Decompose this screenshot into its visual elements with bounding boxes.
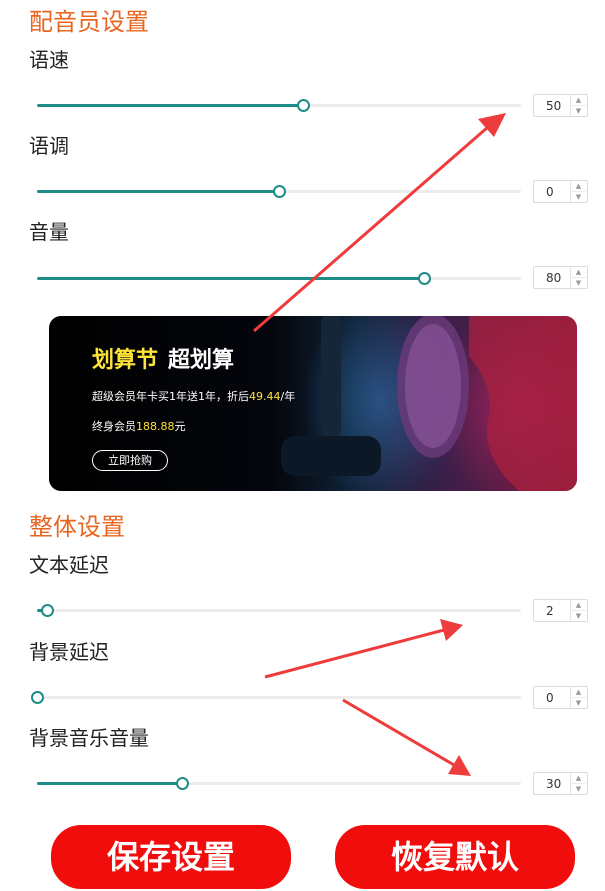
slider-thumb[interactable] <box>40 604 54 617</box>
annotation-arrowhead <box>478 113 506 137</box>
annotation-arrow <box>253 125 489 333</box>
speed-stepper[interactable]: 50 ▲ ▼ <box>533 94 588 117</box>
spin-up-icon[interactable]: ▲ <box>571 95 586 106</box>
volume-stepper[interactable]: 80 ▲ ▼ <box>533 266 588 289</box>
stepper-arrows: ▲ ▼ <box>570 95 587 116</box>
slider-thumb[interactable] <box>31 691 44 704</box>
spin-up-icon[interactable]: ▲ <box>571 181 586 192</box>
slider-rail <box>37 609 521 612</box>
speed-value[interactable]: 50 <box>546 98 561 114</box>
text-delay-label: 文本延迟 <box>29 553 109 577</box>
slider-rail <box>37 696 521 699</box>
spin-down-icon[interactable]: ▼ <box>571 611 586 621</box>
slider-thumb[interactable] <box>418 272 432 285</box>
background-delay-stepper[interactable]: 0 ▲ ▼ <box>533 686 588 709</box>
stepper-arrows: ▲ ▼ <box>570 687 587 708</box>
annotation-arrow <box>342 698 455 767</box>
stepper-arrows: ▲ ▼ <box>570 267 587 288</box>
slider-thumb[interactable] <box>176 777 190 790</box>
background-delay-value[interactable]: 0 <box>546 690 554 706</box>
spin-down-icon[interactable]: ▼ <box>571 278 586 288</box>
bgm-volume-slider[interactable] <box>37 776 521 790</box>
voice-settings-title: 配音员设置 <box>29 8 149 36</box>
mic-body <box>281 436 381 476</box>
annual-offer-suffix: /年 <box>280 390 296 403</box>
spin-up-icon[interactable]: ▲ <box>571 773 586 784</box>
annual-offer-price: 49.44 <box>249 390 281 403</box>
slider-fill <box>37 277 425 280</box>
annual-offer-text: 超级会员年卡买1年送1年，折后49.44/年 <box>92 390 295 404</box>
text-delay-slider[interactable] <box>37 603 521 617</box>
speed-label: 语速 <box>29 48 69 72</box>
text-delay-stepper[interactable]: 2 ▲ ▼ <box>533 599 588 622</box>
buy-now-button[interactable]: 立即抢购 <box>92 450 168 471</box>
volume-slider[interactable] <box>37 271 521 285</box>
pitch-stepper[interactable]: 0 ▲ ▼ <box>533 180 588 203</box>
volume-value[interactable]: 80 <box>546 270 561 286</box>
annotation-arrow <box>264 628 445 679</box>
background-delay-slider[interactable] <box>31 690 521 704</box>
stepper-arrows: ▲ ▼ <box>570 600 587 621</box>
spin-down-icon[interactable]: ▼ <box>571 192 586 202</box>
stepper-arrows: ▲ ▼ <box>570 181 587 202</box>
lifetime-offer-prefix: 终身会员 <box>92 420 136 433</box>
pitch-value[interactable]: 0 <box>546 184 554 200</box>
promo-banner[interactable]: 划算节 超划算 超级会员年卡买1年送1年，折后49.44/年 终身会员188.88… <box>49 316 577 491</box>
stepper-arrows: ▲ ▼ <box>570 773 587 794</box>
background-delay-label: 背景延迟 <box>29 640 109 664</box>
annotation-arrowhead <box>440 619 463 641</box>
slider-fill <box>37 104 304 107</box>
banner-title: 划算节 超划算 <box>92 346 234 376</box>
pop-filter-mesh <box>405 324 461 448</box>
spin-down-icon[interactable]: ▼ <box>571 698 586 708</box>
bgm-volume-value[interactable]: 30 <box>546 776 561 792</box>
annual-offer-prefix: 超级会员年卡买1年送1年，折后 <box>92 390 249 403</box>
lifetime-offer-text: 终身会员188.88元 <box>92 420 186 434</box>
slider-fill <box>37 782 183 785</box>
volume-label: 音量 <box>29 220 69 244</box>
bgm-volume-label: 背景音乐音量 <box>29 726 149 750</box>
spin-up-icon[interactable]: ▲ <box>571 600 586 611</box>
pitch-label: 语调 <box>29 134 69 158</box>
save-settings-button[interactable]: 保存设置 <box>51 825 291 889</box>
bgm-volume-stepper[interactable]: 30 ▲ ▼ <box>533 772 588 795</box>
banner-title-rest: 超划算 <box>168 348 235 373</box>
slider-thumb[interactable] <box>297 99 311 112</box>
banner-title-highlight: 划算节 <box>92 348 159 373</box>
mic-stand <box>321 316 341 436</box>
lifetime-offer-suffix: 元 <box>174 420 186 433</box>
singer-face <box>469 316 577 491</box>
pitch-slider[interactable] <box>37 184 521 198</box>
restore-defaults-button[interactable]: 恢复默认 <box>335 825 575 889</box>
spin-down-icon[interactable]: ▼ <box>571 784 586 794</box>
text-delay-value[interactable]: 2 <box>546 603 554 619</box>
spin-down-icon[interactable]: ▼ <box>571 106 586 116</box>
slider-fill <box>37 190 279 193</box>
speed-slider[interactable] <box>37 98 521 112</box>
overall-settings-title: 整体设置 <box>29 513 125 541</box>
slider-thumb[interactable] <box>273 185 286 198</box>
spin-up-icon[interactable]: ▲ <box>571 687 586 698</box>
spin-up-icon[interactable]: ▲ <box>571 267 586 278</box>
annotation-arrowhead <box>448 755 471 776</box>
lifetime-offer-price: 188.88 <box>136 420 175 433</box>
